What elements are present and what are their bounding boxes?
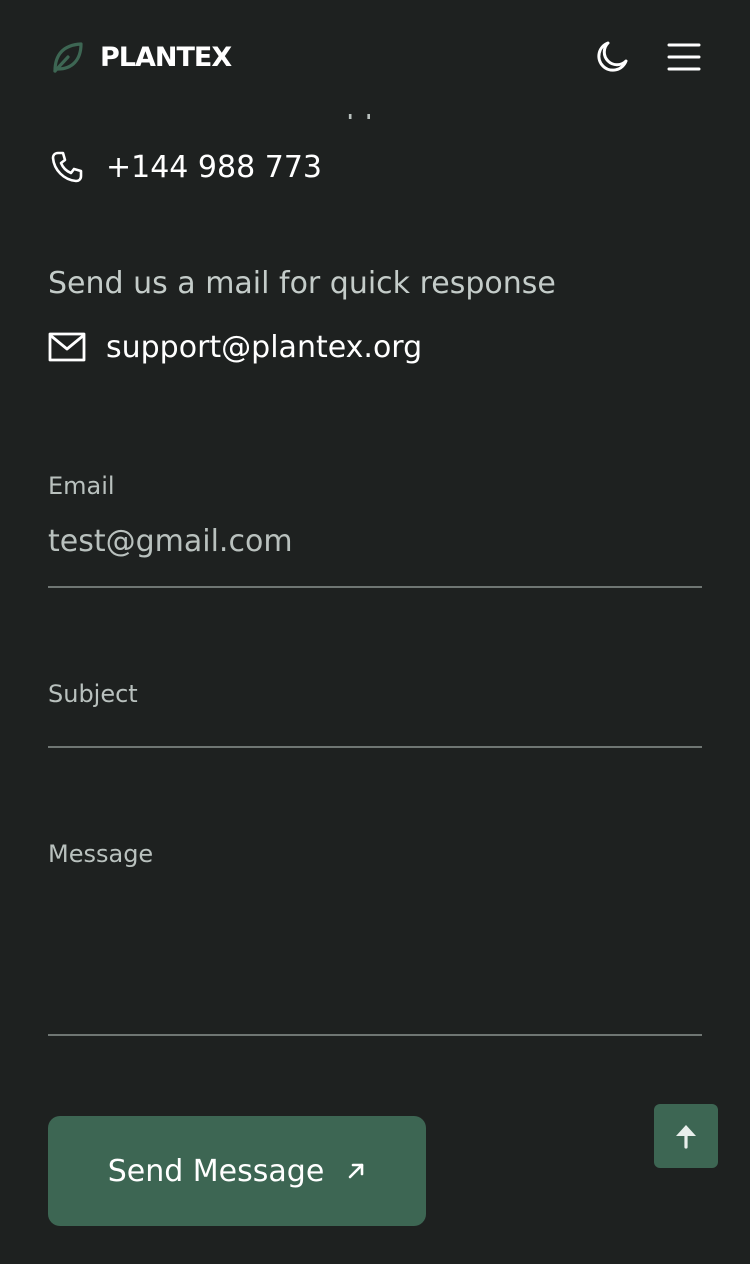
header-actions: [594, 39, 702, 75]
moon-icon: [597, 41, 628, 72]
arrow-up-icon: [676, 1125, 696, 1149]
send-message-button[interactable]: Send Message: [48, 1116, 426, 1226]
mail-icon: [48, 328, 86, 366]
message-label: Message: [48, 840, 154, 868]
email-address: support@plantex.org: [106, 329, 423, 365]
contact-page: Call us for instant support PLANTEX: [0, 0, 750, 1264]
brand-logo-link[interactable]: PLANTEX: [50, 40, 232, 74]
email-label: Email: [48, 472, 115, 500]
email-input[interactable]: [48, 520, 702, 562]
arrow-up-right-icon: [348, 1163, 364, 1179]
phone-icon: [48, 148, 86, 186]
site-header: PLANTEX: [0, 0, 750, 114]
mail-heading: Send us a mail for quick response: [48, 266, 556, 301]
email-field-group: Email: [48, 470, 702, 588]
brand-name: PLANTEX: [100, 41, 232, 73]
phone-number: +144 988 773: [106, 149, 322, 185]
phone-contact[interactable]: +144 988 773: [48, 148, 322, 186]
message-textarea[interactable]: [48, 874, 702, 1004]
subject-field-group: Subject: [48, 680, 702, 748]
message-field-group: Message: [48, 840, 702, 1036]
email-contact[interactable]: support@plantex.org: [48, 328, 422, 366]
menu-button[interactable]: [666, 39, 702, 75]
subject-label: Subject: [48, 680, 138, 708]
leaf-icon: [53, 42, 83, 73]
scroll-to-top-button[interactable]: [654, 1104, 718, 1168]
send-message-label: Send Message: [107, 1153, 325, 1189]
subject-input[interactable]: [48, 712, 702, 742]
theme-toggle-button[interactable]: [594, 39, 630, 75]
hamburger-menu-icon: [667, 43, 701, 71]
